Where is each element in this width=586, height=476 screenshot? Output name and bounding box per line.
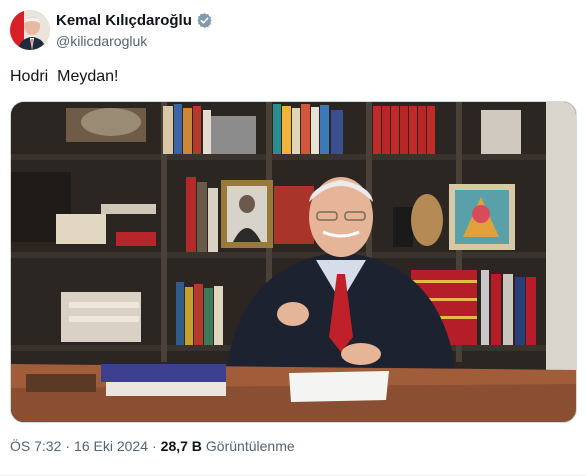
video-thumbnail[interactable] [10,101,577,423]
author-handle[interactable]: @kilicdarogluk [56,33,147,49]
tweet-header: Kemal Kılıçdaroğlu @kilicdarogluk [10,10,576,54]
tweet-text: Hodri Meydan! [10,68,119,85]
tweet-date[interactable]: 16 Eki 2024 [74,438,148,454]
meta-separator: · [65,438,71,454]
verified-badge-icon [196,12,213,29]
avatar[interactable] [10,10,50,50]
tweet-time[interactable]: ÖS 7:32 [10,438,61,454]
meta-separator: · [152,438,157,454]
views-count: 28,7 B [160,438,202,454]
author-name[interactable]: Kemal Kılıçdaroğlu [56,12,192,29]
tweet-meta: ÖS 7:32 · 16 Eki 2024 · 28,7 B Görüntüle… [10,438,295,454]
views-label: Görüntülenme [205,438,295,454]
